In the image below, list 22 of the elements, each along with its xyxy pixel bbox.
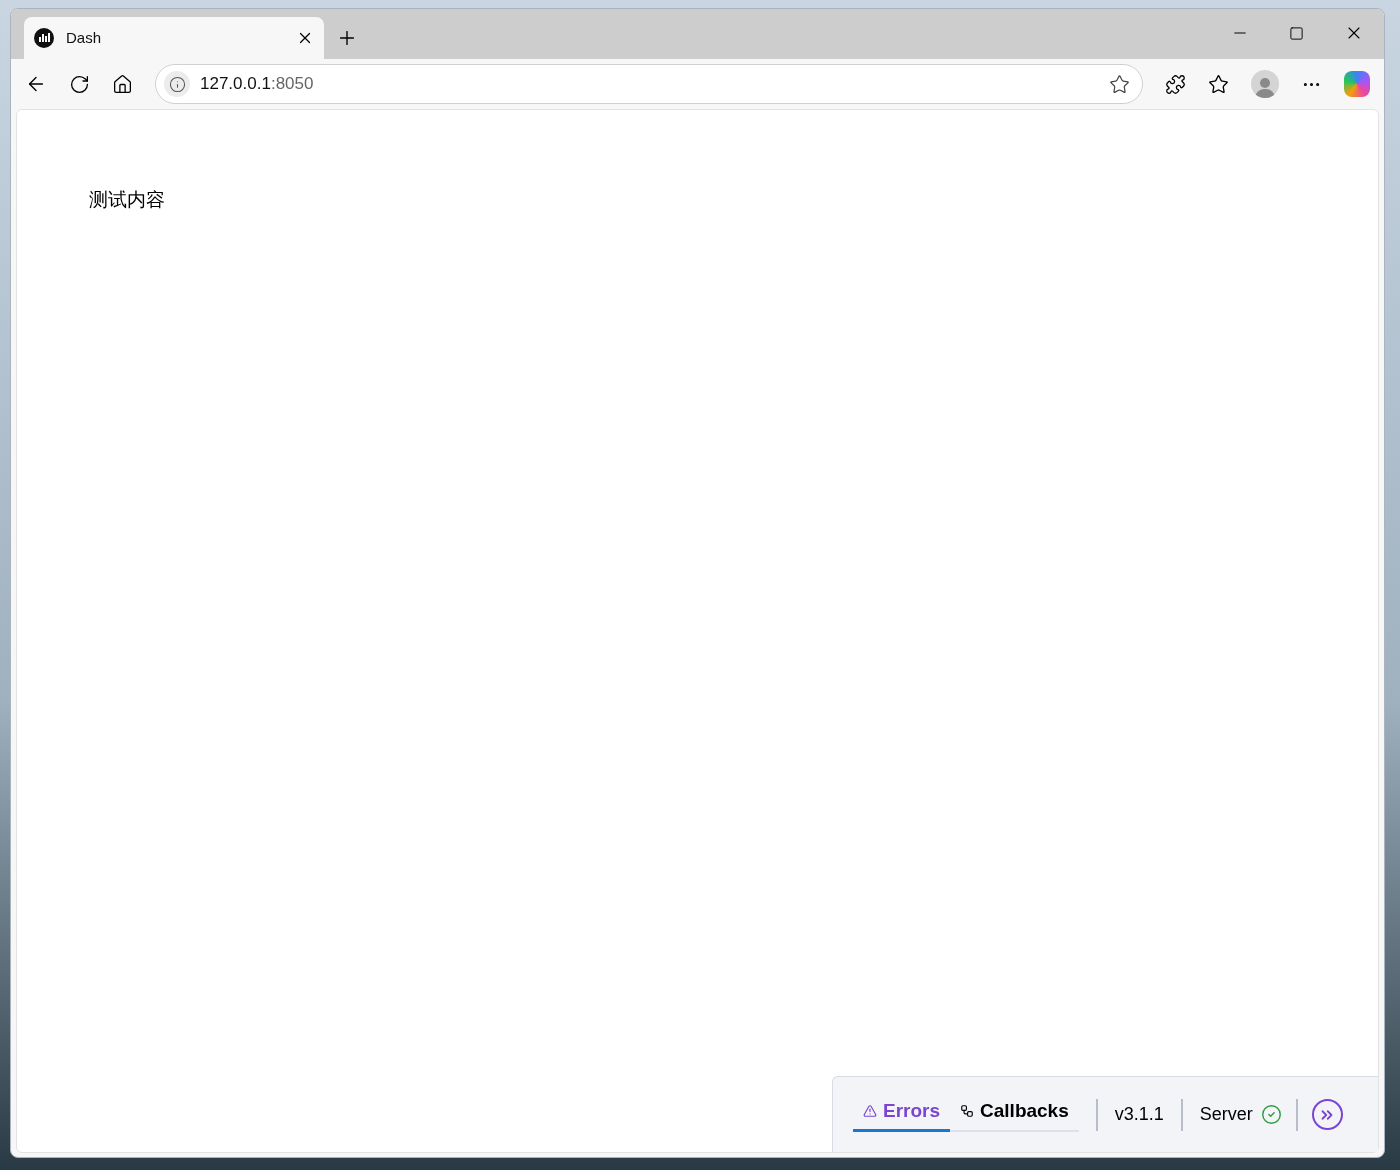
version-text: v3.1.1 [1114,1103,1164,1126]
site-info-icon[interactable] [164,71,190,97]
warning-icon [863,1104,877,1118]
devtools-tab[interactable]: Callbacks [950,1096,1079,1133]
url-text: 127.0.0.1:8050 [200,73,315,96]
collapse-button[interactable] [1311,1099,1343,1130]
favorites-icon[interactable] [1208,73,1229,95]
browser-tab[interactable]: Dash [24,17,324,59]
address-bar[interactable]: 127.0.0.1:8050 [155,64,1143,104]
favorite-star-icon[interactable] [1109,73,1130,95]
network-icon [960,1104,975,1118]
dash-logo-icon [34,28,54,48]
copilot-icon[interactable] [1344,71,1370,97]
extensions-icon[interactable] [1165,73,1186,95]
devtools-tab[interactable]: Errors [853,1096,951,1133]
tab-title: Dash [66,27,103,48]
body-text: 测试内容 [89,188,165,212]
home-icon[interactable] [112,73,133,95]
reload-icon[interactable] [69,73,90,95]
server-label: Server [1199,1103,1253,1126]
maximize-icon[interactable] [1289,25,1304,41]
profile-avatar[interactable] [1251,70,1279,98]
